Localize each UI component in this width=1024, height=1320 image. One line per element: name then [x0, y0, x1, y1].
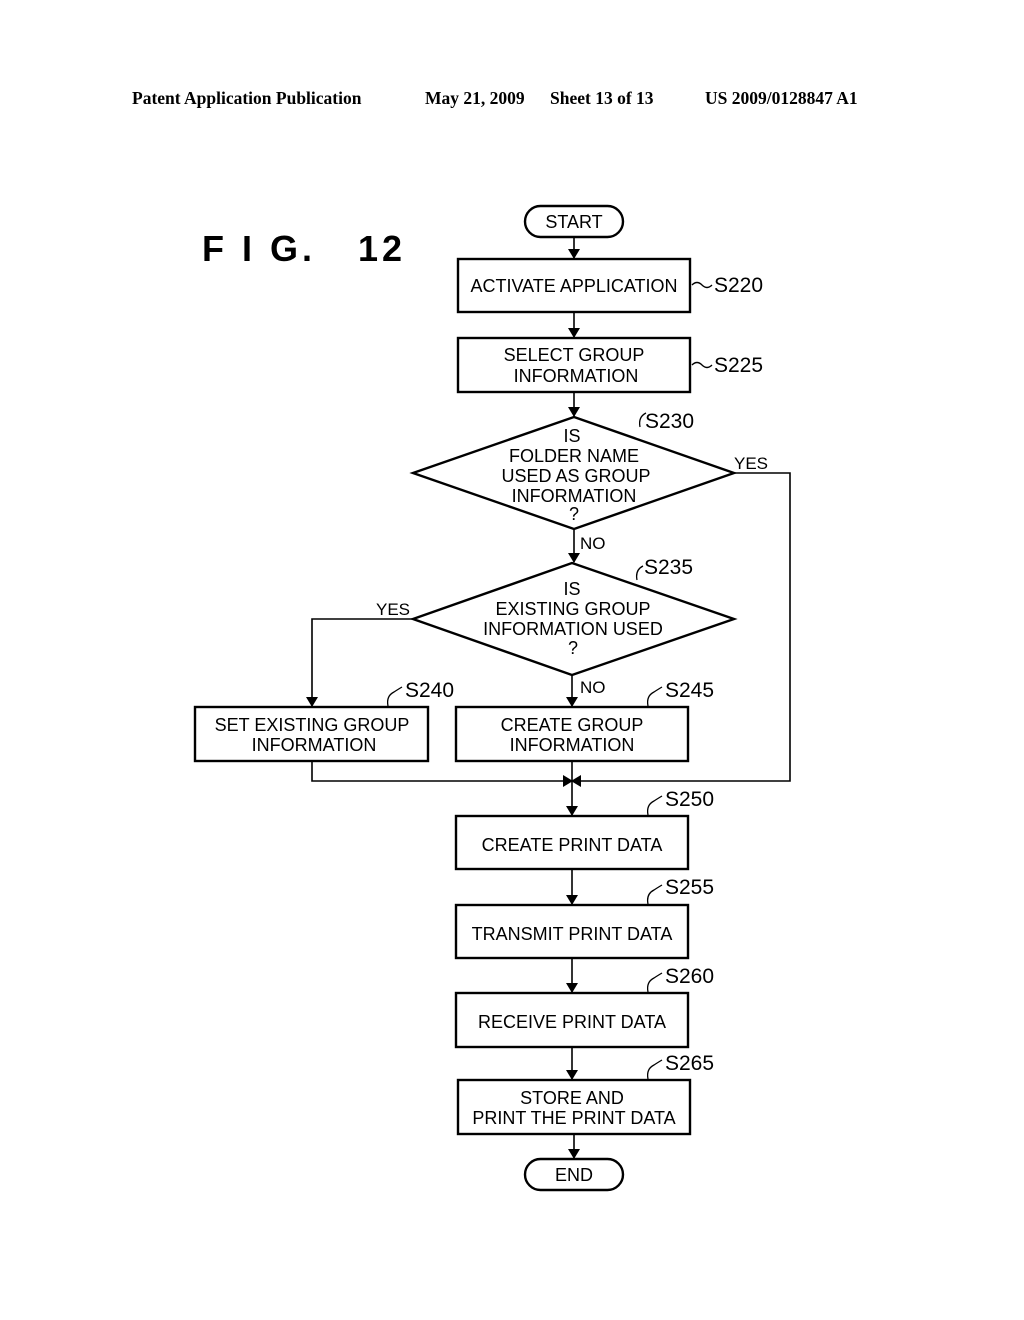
step-text-s255: TRANSMIT PRINT DATA: [472, 924, 673, 944]
start-label: START: [545, 212, 602, 232]
end-label: END: [555, 1165, 593, 1185]
decision-text-s230-line5: ?: [569, 504, 579, 524]
leader-s255: [646, 884, 663, 905]
decision-text-s230-line1: IS: [563, 426, 580, 446]
decision-text-s230-line2: FOLDER NAME: [509, 446, 639, 466]
step-text-s265-line1: STORE AND: [520, 1088, 624, 1108]
step-text-s250: CREATE PRINT DATA: [482, 835, 663, 855]
step-text-s225-line2: INFORMATION: [514, 366, 639, 386]
leader-s240: [386, 686, 403, 707]
branch-label-s235-yes: YES: [376, 600, 410, 619]
leader-s225: [691, 361, 713, 369]
step-text-s245-line2: INFORMATION: [510, 735, 635, 755]
step-id-s245: S245: [665, 679, 714, 702]
leader-s260: [646, 972, 663, 993]
step-text-s245-line1: CREATE GROUP: [501, 715, 644, 735]
arrow-s235-yes: [306, 618, 413, 707]
leader-s245: [646, 686, 663, 707]
step-id-s220: S220: [714, 274, 763, 297]
step-id-s225: S225: [714, 354, 763, 377]
step-id-s260: S260: [665, 965, 714, 988]
decision-text-s235-line2: EXISTING GROUP: [495, 599, 650, 619]
step-id-s240: S240: [405, 679, 454, 702]
decision-text-s230-line3: USED AS GROUP: [501, 466, 650, 486]
step-id-s265: S265: [665, 1052, 714, 1075]
step-text-s220: ACTIVATE APPLICATION: [470, 276, 677, 296]
step-text-s265-line2: PRINT THE PRINT DATA: [472, 1108, 675, 1128]
decision-text-s235-line3: INFORMATION USED: [483, 619, 663, 639]
leader-s220: [691, 281, 713, 289]
branch-label-s230-no: NO: [580, 534, 606, 553]
step-id-s255: S255: [665, 876, 714, 899]
step-text-s240-line2: INFORMATION: [252, 735, 377, 755]
leader-s235: [635, 565, 644, 581]
decision-text-s235-line1: IS: [563, 579, 580, 599]
flowchart: START END ACTIVATE APPLICATION SELECT GR…: [193, 204, 791, 1192]
branch-label-s235-no: NO: [580, 678, 606, 697]
leader-s265: [646, 1059, 663, 1080]
branch-label-s230-yes: YES: [734, 454, 768, 473]
step-text-s225-line1: SELECT GROUP: [504, 345, 645, 365]
step-text-s240-line1: SET EXISTING GROUP: [215, 715, 410, 735]
decision-text-s235-line4: ?: [568, 638, 578, 658]
decision-text-s230-line4: INFORMATION: [512, 486, 637, 506]
step-text-s260: RECEIVE PRINT DATA: [478, 1012, 666, 1032]
step-id-s250: S250: [665, 788, 714, 811]
arrow-s240-merge: [311, 761, 573, 787]
step-id-s230: S230: [645, 410, 694, 433]
leader-s250: [646, 795, 663, 816]
step-id-s235: S235: [644, 556, 693, 579]
